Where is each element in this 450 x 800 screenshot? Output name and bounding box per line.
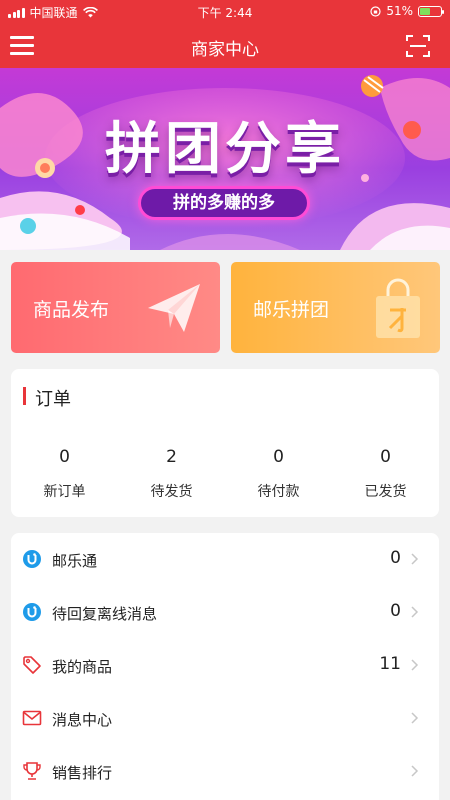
order-stat-new[interactable]: 0 新订单: [11, 447, 118, 501]
order-stat-unpaid[interactable]: 0 待付款: [225, 447, 332, 501]
list-item-count: 11: [379, 654, 401, 674]
group-buy-label: 邮乐拼团: [253, 299, 330, 321]
order-stat-to-ship[interactable]: 2 待发货: [118, 447, 225, 501]
order-label: 待付款: [257, 484, 300, 500]
list-item-label: 邮乐通: [52, 552, 98, 570]
list-item-count: 0: [390, 548, 401, 568]
list-item-label: 销售排行: [52, 764, 113, 782]
battery-icon: [418, 5, 444, 17]
paper-plane-icon: [148, 284, 200, 332]
shopping-bag-icon: [376, 278, 420, 338]
tag-icon: [23, 656, 41, 674]
youle-chat-icon: [23, 550, 41, 568]
order-stat-shipped[interactable]: 0 已发货: [332, 447, 439, 501]
page-title: 商家中心: [191, 40, 259, 60]
order-count: 0: [273, 447, 284, 467]
list-item-offline-messages[interactable]: 待回复离线消息 0: [11, 586, 439, 639]
trophy-icon: [23, 762, 41, 780]
list-item-my-products[interactable]: 我的商品 11: [11, 639, 439, 692]
order-label: 待发货: [150, 484, 193, 500]
list-item-youletong[interactable]: 邮乐通 0: [11, 533, 439, 586]
order-label: 已发货: [364, 484, 407, 500]
youle-chat-icon: [23, 603, 41, 621]
orders-panel: 订单 0 新订单 2 待发货 0 待付款 0 已发货: [11, 369, 439, 517]
section-marker: [23, 387, 26, 405]
order-count: 2: [166, 447, 177, 467]
list-item-count: 0: [390, 601, 401, 621]
battery-percent: 51%: [386, 4, 413, 18]
chevron-right-icon: [411, 659, 419, 671]
list-item-sales-ranking[interactable]: 销售排行: [11, 745, 439, 798]
scan-icon[interactable]: [406, 34, 430, 58]
top-bar: 中国联通 下午 2:44 51% 商家中心: [0, 0, 450, 68]
navigation-bar: 商家中心: [0, 22, 450, 68]
list-item-message-center[interactable]: 消息中心: [11, 692, 439, 745]
chevron-right-icon: [411, 712, 419, 724]
chevron-right-icon: [411, 765, 419, 777]
list-item-label: 待回复离线消息: [52, 605, 158, 623]
status-right: 51%: [370, 4, 444, 18]
menu-list: 邮乐通 0 待回复离线消息 0 我的商品 11 消息中心 销售排行: [11, 533, 439, 800]
status-bar: 中国联通 下午 2:44 51%: [0, 0, 450, 22]
chevron-right-icon: [411, 606, 419, 618]
publish-product-button[interactable]: 商品发布: [11, 262, 220, 353]
orders-title: 订单: [35, 389, 71, 410]
chevron-right-icon: [411, 553, 419, 565]
group-buy-button[interactable]: 邮乐拼团: [231, 262, 440, 353]
order-count: 0: [59, 447, 70, 467]
order-count: 0: [380, 447, 391, 467]
order-label: 新订单: [43, 484, 86, 500]
promo-banner[interactable]: 拼团分享 拼的多赚的多: [0, 68, 450, 250]
mail-icon: [22, 710, 42, 726]
banner-title: 拼团分享: [105, 117, 345, 182]
orientation-lock-icon: [370, 5, 381, 17]
list-item-label: 我的商品: [52, 658, 113, 676]
list-item-label: 消息中心: [52, 711, 113, 729]
publish-product-label: 商品发布: [33, 299, 110, 321]
banner-subtitle: 拼的多赚的多: [138, 186, 310, 220]
